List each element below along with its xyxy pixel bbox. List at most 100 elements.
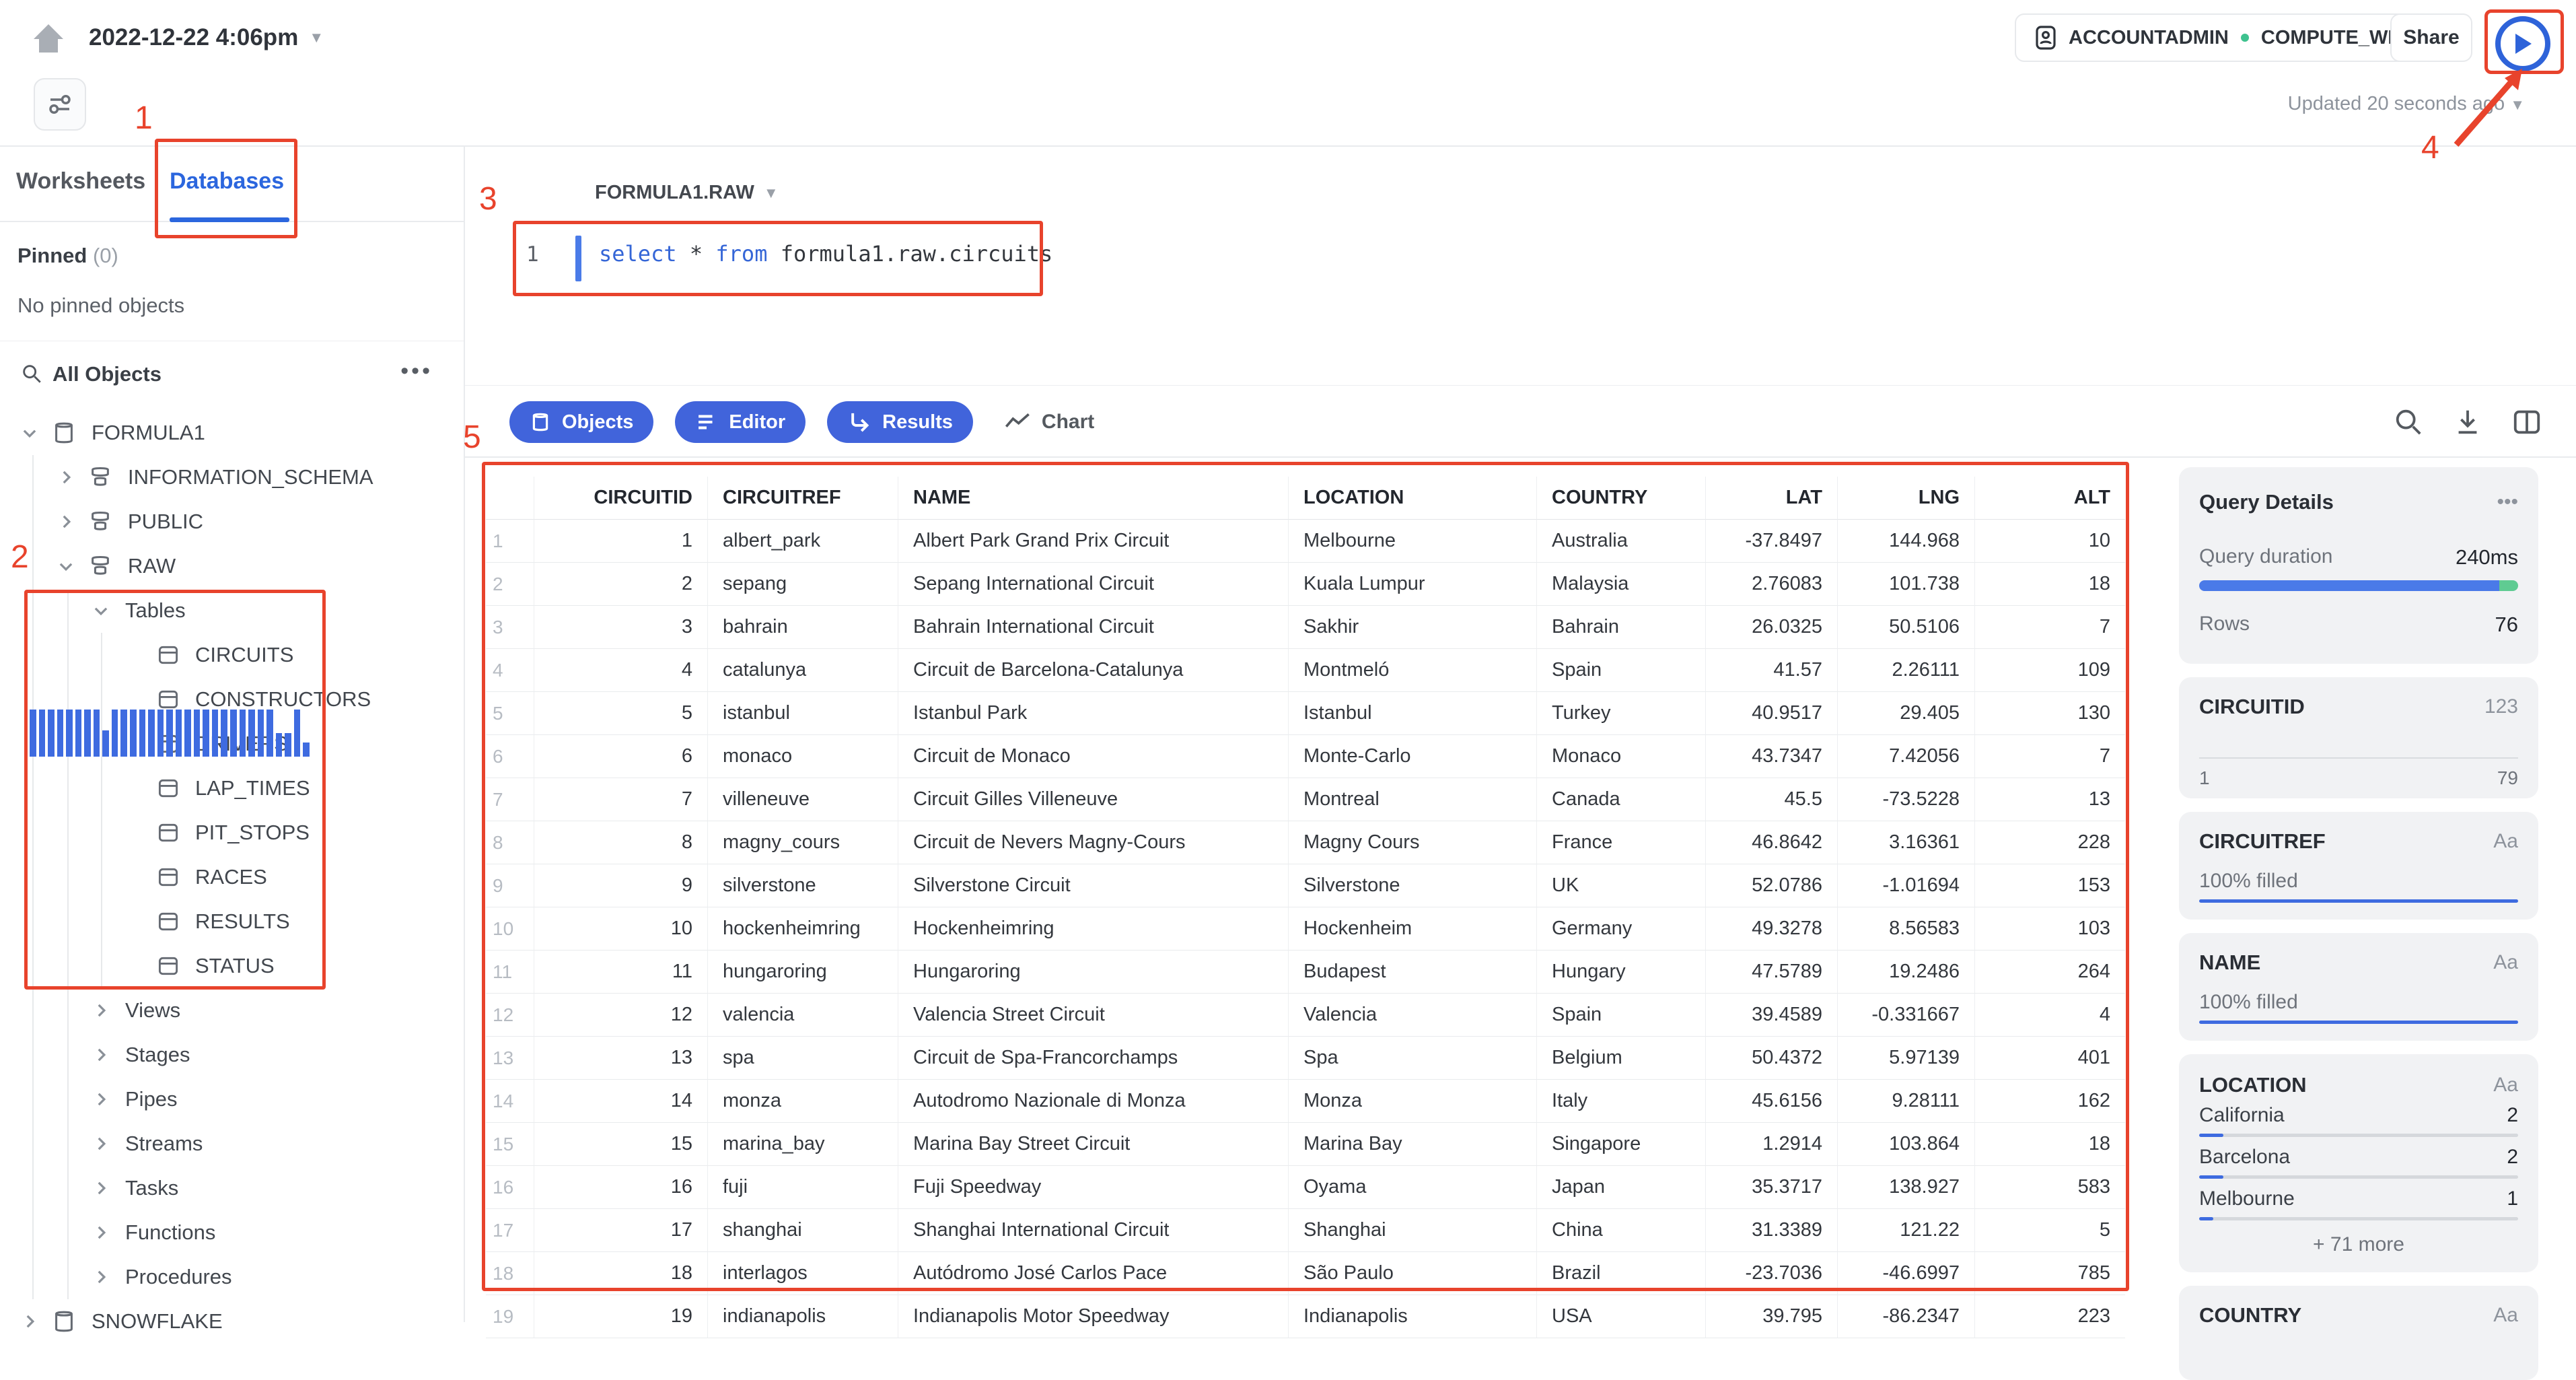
cell-country[interactable]: Spain [1537,649,1706,692]
cell-country[interactable]: Turkey [1537,692,1706,735]
more-menu-icon[interactable]: ••• [2497,491,2518,514]
tab-chart[interactable]: Chart [1004,411,1094,434]
chevron-right-icon[interactable] [57,469,75,486]
cell-name[interactable]: Circuit de Spa-Francorchamps [898,1037,1289,1080]
cell-country[interactable]: Brazil [1537,1252,1706,1295]
cell-name[interactable]: Shanghai International Circuit [898,1209,1289,1252]
cell-country[interactable]: China [1537,1209,1706,1252]
row-number[interactable]: 2 [486,563,534,606]
worksheet-title[interactable]: 2022-12-22 4:06pm ▼ [89,24,324,51]
cell-lat[interactable]: 35.3717 [1706,1166,1838,1209]
download-icon[interactable] [2452,407,2483,438]
cell-lat[interactable]: 26.0325 [1706,606,1838,649]
object-search[interactable]: All Objects ••• [0,353,464,396]
cell-lat[interactable]: -37.8497 [1706,520,1838,563]
cell-circuitref[interactable]: shanghai [708,1209,898,1252]
cell-location[interactable]: Shanghai [1289,1209,1537,1252]
cell-circuitref[interactable]: magny_cours [708,821,898,864]
row-number[interactable]: 1 [486,520,534,563]
filters-button[interactable] [34,78,86,131]
cell-lng[interactable]: 7.42056 [1838,735,1975,778]
chevron-down-icon[interactable] [57,557,75,575]
chevron-right-icon[interactable] [92,1268,110,1286]
cell-location[interactable]: Sakhir [1289,606,1537,649]
cell-circuitid[interactable]: 3 [534,606,708,649]
cell-location[interactable]: Melbourne [1289,520,1537,563]
cell-alt[interactable]: 5 [1975,1209,2125,1252]
cell-lng[interactable]: 121.22 [1838,1209,1975,1252]
home-icon[interactable] [31,22,66,55]
chevron-right-icon[interactable] [92,1135,110,1152]
cell-circuitref[interactable]: spa [708,1037,898,1080]
cell-alt[interactable]: 7 [1975,606,2125,649]
chevron-right-icon[interactable] [57,513,75,530]
cell-location[interactable]: Marina Bay [1289,1123,1537,1166]
cell-circuitref[interactable]: albert_park [708,520,898,563]
cell-circuitid[interactable]: 2 [534,563,708,606]
chevron-down-icon[interactable] [92,602,110,619]
cell-lat[interactable]: 52.0786 [1706,864,1838,907]
cell-lat[interactable]: 46.8642 [1706,821,1838,864]
search-icon[interactable] [2393,407,2424,438]
tree-item-pit_stops[interactable]: PIT_STOPS [0,810,464,855]
tree-item-procedures[interactable]: Procedures [0,1255,464,1299]
cell-circuitid[interactable]: 15 [534,1123,708,1166]
cell-location[interactable]: Spa [1289,1037,1537,1080]
cell-lat[interactable]: -23.7036 [1706,1252,1838,1295]
chevron-right-icon[interactable] [20,1313,39,1330]
cell-alt[interactable]: 130 [1975,692,2125,735]
cell-location[interactable]: São Paulo [1289,1252,1537,1295]
row-number[interactable]: 8 [486,821,534,864]
cell-name[interactable]: Hockenheimring [898,907,1289,951]
tree-item-races[interactable]: RACES [0,855,464,899]
tree-item-pipes[interactable]: Pipes [0,1077,464,1122]
tree-item-views[interactable]: Views [0,988,464,1033]
cell-alt[interactable]: 223 [1975,1295,2125,1338]
cell-name[interactable]: Circuit de Barcelona-Catalunya [898,649,1289,692]
cell-circuitid[interactable]: 13 [534,1037,708,1080]
cell-location[interactable]: Montreal [1289,778,1537,821]
column-header-location[interactable]: LOCATION [1289,477,1537,520]
tree-item-raw[interactable]: RAW [0,544,464,588]
row-number[interactable]: 6 [486,735,534,778]
row-number[interactable]: 4 [486,649,534,692]
cell-circuitid[interactable]: 18 [534,1252,708,1295]
column-header-rownum[interactable] [486,477,534,520]
cell-lat[interactable]: 2.76083 [1706,563,1838,606]
cell-lng[interactable]: 5.97139 [1838,1037,1975,1080]
cell-location[interactable]: Oyama [1289,1166,1537,1209]
cell-name[interactable]: Silverstone Circuit [898,864,1289,907]
cell-alt[interactable]: 264 [1975,951,2125,994]
cell-alt[interactable]: 10 [1975,520,2125,563]
tree-item-lap_times[interactable]: LAP_TIMES [0,766,464,810]
cell-circuitref[interactable]: monaco [708,735,898,778]
tree-item-public[interactable]: PUBLIC [0,499,464,544]
cell-location[interactable]: Budapest [1289,951,1537,994]
cell-lng[interactable]: -0.331667 [1838,994,1975,1037]
cell-location[interactable]: Kuala Lumpur [1289,563,1537,606]
cell-circuitid[interactable]: 7 [534,778,708,821]
cell-lat[interactable]: 47.5789 [1706,951,1838,994]
cell-lng[interactable]: 29.405 [1838,692,1975,735]
row-number[interactable]: 14 [486,1080,534,1123]
cell-lng[interactable]: -86.2347 [1838,1295,1975,1338]
tab-editor[interactable]: Editor [675,401,806,443]
cell-country[interactable]: Hungary [1537,951,1706,994]
cell-lat[interactable]: 45.5 [1706,778,1838,821]
row-number[interactable]: 13 [486,1037,534,1080]
cell-alt[interactable]: 18 [1975,1123,2125,1166]
cell-alt[interactable]: 228 [1975,821,2125,864]
cell-country[interactable]: Spain [1537,994,1706,1037]
updated-status[interactable]: Updated 20 seconds ago ▼ [2221,93,2525,115]
more-values-link[interactable]: + 71 more [2179,1233,2538,1256]
cell-circuitref[interactable]: sepang [708,563,898,606]
cell-circuitid[interactable]: 11 [534,951,708,994]
cell-circuitref[interactable]: hungaroring [708,951,898,994]
cell-name[interactable]: Fuji Speedway [898,1166,1289,1209]
more-menu-icon[interactable]: ••• [400,358,433,384]
chevron-right-icon[interactable] [92,1179,110,1197]
context-dropdown[interactable]: FORMULA1.RAW ▼ [595,182,779,204]
cell-location[interactable]: Montmeló [1289,649,1537,692]
cell-lat[interactable]: 41.57 [1706,649,1838,692]
share-button[interactable]: Share [2390,13,2472,62]
